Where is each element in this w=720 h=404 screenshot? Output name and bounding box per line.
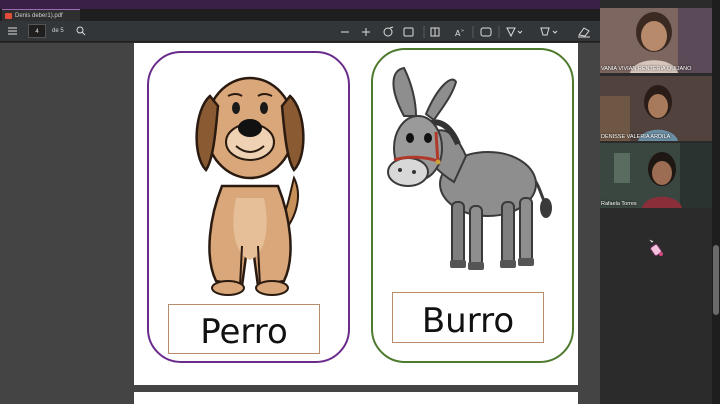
app-window: Denis deber1).pdf A » 4 de 5 Perro Burro… (0, 0, 720, 404)
page-view-icon[interactable] (430, 27, 440, 37)
participant-name: DENISSE VALERIA ARDILA (601, 134, 671, 140)
participant-name: VANIA VIVIAN RENTERIA QUIJANO (601, 66, 692, 72)
read-aloud-icon[interactable]: A » (455, 28, 464, 38)
text-icon[interactable] (480, 27, 492, 37)
document-tab[interactable]: Denis deber1).pdf (2, 9, 80, 21)
participant-avatar (600, 76, 714, 141)
donkey-label: Burro (392, 292, 544, 343)
participant-video[interactable]: Rafaela Torres (600, 143, 714, 208)
pdf-file-icon (5, 13, 12, 19)
participant-name: Rafaela Torres (601, 201, 637, 207)
svg-text:»: » (461, 28, 464, 34)
dog-illustration (195, 76, 305, 296)
participant-video[interactable]: DENISSE VALERIA ARDILA (600, 76, 714, 141)
donkey-illustration (387, 66, 552, 270)
fit-icon[interactable] (403, 27, 414, 37)
page-number-input[interactable]: 4 (28, 24, 46, 38)
dog-label: Perro (168, 304, 320, 354)
rotate-icon[interactable] (383, 26, 394, 37)
draw-icon[interactable] (506, 27, 523, 38)
scrollbar-thumb[interactable] (713, 245, 719, 315)
menu-icon[interactable] (8, 27, 17, 35)
brush-cursor-icon (647, 238, 663, 257)
participant-avatar (600, 8, 714, 73)
scrollbar[interactable] (712, 0, 720, 404)
pdf-toolbar: A » (0, 21, 600, 42)
search-icon[interactable] (76, 26, 86, 36)
participant-video[interactable]: VANIA VIVIAN RENTERIA QUIJANO (600, 8, 714, 73)
erase-icon[interactable] (578, 27, 590, 38)
participant-avatar (600, 143, 714, 208)
next-pdf-page (134, 392, 578, 404)
page-separator (134, 385, 578, 392)
toolbar-icons: A » (8, 26, 590, 38)
page-total-label: de 5 (52, 28, 64, 34)
zoom-in-icon[interactable] (362, 28, 370, 36)
highlight-icon[interactable] (540, 27, 558, 36)
document-tab-title: Denis deber1).pdf (15, 13, 63, 19)
tab-strip (0, 9, 600, 21)
